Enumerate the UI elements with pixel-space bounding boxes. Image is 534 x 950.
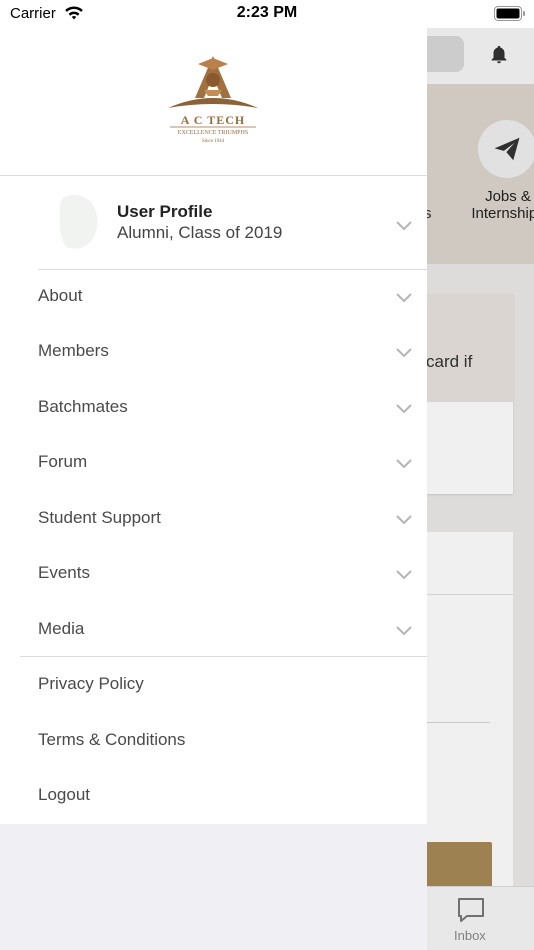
drawer-scrim[interactable] xyxy=(427,0,534,950)
menu-item-label: Events xyxy=(38,563,90,582)
menu-item-label: Privacy Policy xyxy=(38,674,144,693)
menu-item-label: Media xyxy=(38,619,85,638)
menu-item-batchmates[interactable]: Batchmates xyxy=(0,381,427,436)
status-time: 2:23 PM xyxy=(236,4,298,21)
chevron-down-icon[interactable] xyxy=(395,624,413,636)
menu-item-label: Batchmates xyxy=(38,397,128,416)
logo-title: A C TECH xyxy=(180,113,246,127)
status-bar: Carrier 2:23 PM xyxy=(0,0,534,28)
logo-since: Since 1944 xyxy=(201,139,225,144)
chevron-down-icon[interactable] xyxy=(395,457,413,469)
menu-item-forum[interactable]: Forum xyxy=(0,436,427,491)
menu-item-label: Terms & Conditions xyxy=(38,730,186,749)
avatar xyxy=(59,195,98,249)
menu-item-student-support[interactable]: Student Support xyxy=(0,492,427,547)
menu-item-privacy-policy[interactable]: Privacy Policy xyxy=(0,658,427,713)
menu-item-logout[interactable]: Logout xyxy=(0,769,427,824)
menu-item-members[interactable]: Members xyxy=(0,325,427,380)
drawer-empty-area xyxy=(0,824,427,950)
chevron-down-icon[interactable] xyxy=(395,346,413,358)
menu-item-label: About xyxy=(38,286,83,305)
chevron-down-icon[interactable] xyxy=(395,513,413,525)
chevron-down-icon[interactable] xyxy=(395,219,413,231)
menu-item-label: Logout xyxy=(38,785,90,804)
chevron-down-icon[interactable] xyxy=(395,568,413,580)
chevron-down-icon[interactable] xyxy=(395,291,413,303)
menu-item-terms-conditions[interactable]: Terms & Conditions xyxy=(0,714,427,769)
user-profile-row[interactable]: User Profile Alumni, Class of 2019 xyxy=(0,177,427,270)
menu-item-about[interactable]: About xyxy=(0,270,427,325)
battery-icon xyxy=(494,6,525,21)
profile-name: User Profile xyxy=(117,202,213,221)
navigation-drawer: A C TECH EXCELLENCE TRIUMPHS Since 1944 … xyxy=(0,28,427,824)
menu-item-label: Members xyxy=(38,341,109,360)
profile-subtitle: Alumni, Class of 2019 xyxy=(117,223,283,242)
chevron-down-icon[interactable] xyxy=(395,402,413,414)
drawer-header: A C TECH EXCELLENCE TRIUMPHS Since 1944 xyxy=(0,28,427,176)
menu-item-label: Forum xyxy=(38,452,88,471)
menu-item-events[interactable]: Events xyxy=(0,547,427,602)
college-logo: A C TECH EXCELLENCE TRIUMPHS Since 1944 xyxy=(160,50,266,150)
menu-item-label: Student Support xyxy=(38,508,161,527)
menu-item-media[interactable]: Media xyxy=(0,603,427,658)
divider xyxy=(20,656,427,657)
logo-tagline: EXCELLENCE TRIUMPHS xyxy=(177,130,249,136)
